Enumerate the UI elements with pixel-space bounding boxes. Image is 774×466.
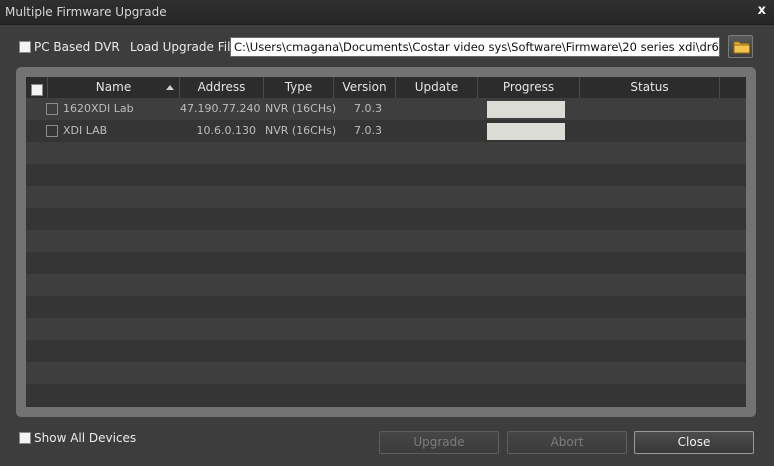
- column-header-version[interactable]: Version: [334, 77, 396, 98]
- column-header-progress[interactable]: Progress: [478, 77, 580, 98]
- column-header-type[interactable]: Type: [264, 77, 334, 98]
- column-header-name[interactable]: Name: [48, 77, 180, 98]
- table-row[interactable]: XDI LAB 10.6.0.130 NVR (16CHs) 7.0.3: [26, 120, 746, 142]
- select-all-header: [26, 77, 48, 98]
- load-upgrade-file-label: Load Upgrade File :: [130, 40, 246, 54]
- window-close-button[interactable]: x: [758, 3, 766, 18]
- browse-folder-button[interactable]: [728, 35, 753, 58]
- pc-based-dvr-checkbox[interactable]: PC Based DVR: [19, 40, 120, 54]
- abort-button[interactable]: Abort: [507, 431, 627, 454]
- device-name: 1620XDI Lab: [63, 102, 134, 115]
- column-name-label: Name: [95, 80, 132, 94]
- table-row: [26, 384, 746, 406]
- close-button[interactable]: Close: [634, 431, 754, 454]
- device-version: 7.0.3: [354, 102, 382, 115]
- table-row[interactable]: 1620XDI Lab 47.190.77.240 NVR (16CHs) 7.0.3: [26, 98, 746, 120]
- select-all-checkbox[interactable]: [30, 84, 43, 96]
- table-header: Name Address Type Version Update Progres…: [26, 77, 746, 98]
- table-row: [26, 340, 746, 362]
- column-header-update[interactable]: Update: [396, 77, 478, 98]
- device-type: NVR (16CHs): [265, 102, 337, 115]
- table-row: [26, 274, 746, 296]
- table-row: [26, 252, 746, 274]
- progress-bar: [487, 101, 565, 118]
- device-version: 7.0.3: [354, 124, 382, 137]
- title-bar: Multiple Firmware Upgrade x: [0, 0, 774, 25]
- column-header-address[interactable]: Address: [180, 77, 264, 98]
- table-row: [26, 230, 746, 252]
- pc-based-dvr-checkbox-box[interactable]: [19, 41, 31, 53]
- progress-bar: [487, 123, 565, 140]
- device-name: XDI LAB: [63, 124, 108, 137]
- device-address: 47.190.77.240: [180, 102, 261, 115]
- table-row: [26, 318, 746, 340]
- sort-ascending-icon: [166, 85, 174, 90]
- upgrade-file-path-field[interactable]: C:\Users\cmagana\Documents\Costar video …: [230, 37, 720, 57]
- table-row: [26, 208, 746, 230]
- table-row: [26, 362, 746, 384]
- device-type: NVR (16CHs): [265, 124, 337, 137]
- firmware-upgrade-window: Multiple Firmware Upgrade x PC Based DVR…: [0, 0, 774, 466]
- row-select-checkbox[interactable]: [46, 125, 58, 137]
- window-title: Multiple Firmware Upgrade: [5, 5, 167, 19]
- table-row: [26, 296, 746, 318]
- device-list-panel: Name Address Type Version Update Progres…: [16, 67, 756, 417]
- folder-icon: [733, 41, 750, 54]
- show-all-devices-label: Show All Devices: [34, 431, 137, 445]
- table-row: [26, 186, 746, 208]
- device-table: Name Address Type Version Update Progres…: [26, 77, 746, 407]
- pc-based-dvr-label: PC Based DVR: [34, 40, 120, 54]
- show-all-devices-checkbox-box[interactable]: [19, 432, 31, 444]
- show-all-devices-checkbox[interactable]: Show All Devices: [19, 431, 136, 445]
- device-address: 10.6.0.130: [196, 124, 256, 137]
- upgrade-button[interactable]: Upgrade: [379, 431, 499, 454]
- column-header-status[interactable]: Status: [580, 77, 720, 98]
- table-row: [26, 164, 746, 186]
- row-select-checkbox[interactable]: [46, 103, 58, 115]
- table-row: [26, 142, 746, 164]
